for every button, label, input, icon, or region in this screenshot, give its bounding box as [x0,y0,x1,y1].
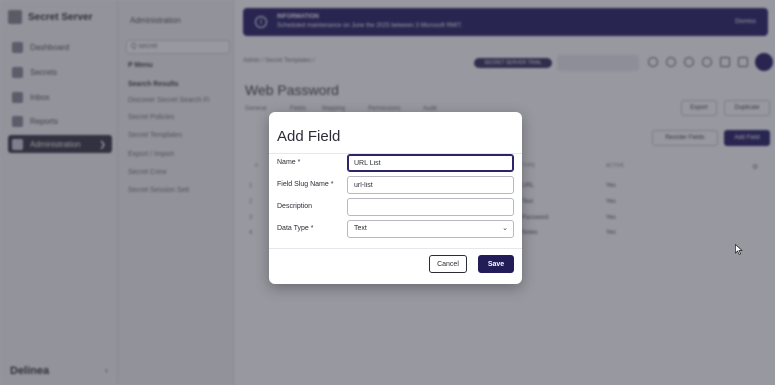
add-field-dialog: Add Field Name * Field Slug Name * Descr… [269,112,522,284]
field-slug-label: Field Slug Name * [277,181,334,188]
description-field[interactable] [347,198,514,216]
data-type-value: Text [354,225,367,232]
data-type-label: Data Type * [277,225,314,232]
data-type-select[interactable]: Text ⌄ [347,220,514,238]
save-button[interactable]: Save [478,255,514,273]
dialog-title: Add Field [277,128,341,145]
field-slug-input[interactable] [347,176,514,194]
name-label: Name * [277,159,301,166]
cancel-button[interactable]: Cancel [429,255,467,273]
description-label: Description [277,203,313,210]
chevron-down-icon: ⌄ [502,225,508,232]
mouse-cursor-icon [735,244,743,255]
name-field[interactable] [347,154,514,172]
dialog-footer-divider [269,248,522,249]
